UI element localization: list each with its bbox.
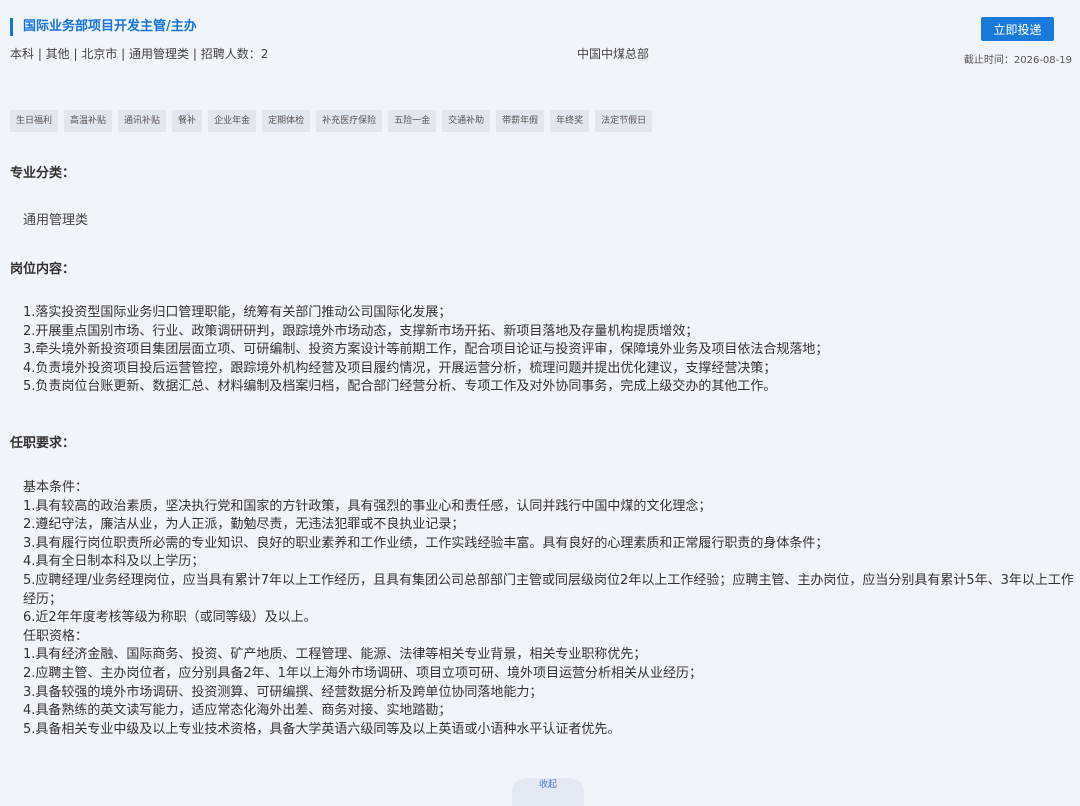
duty-line: 2.开展重点国别市场、行业、政策调研研判，跟踪境外市场动态，支撑新市场开拓、新项… [23,323,699,339]
benefit-tag: 补充医疗保险 [316,110,383,132]
requirements-list: 基本条件： 1.具有较高的政治素质，坚决执行党和国家的方针政策，具有强烈的事业心… [23,479,1075,739]
benefit-tag: 五险一金 [388,110,437,132]
requirement-line: 4.具备熟练的英文读写能力，适应常态化海外出差、商务对接、实地踏勘； [23,703,452,719]
requirement-line: 1.具有较高的政治素质，坚决执行党和国家的方针政策，具有强烈的事业心和责任感，认… [23,498,712,514]
collapse-button[interactable]: 收起 [512,778,584,806]
job-meta: 本科 | 其他 | 北京市 | 通用管理类 | 招聘人数：2 [10,47,269,61]
benefit-tag: 定期体检 [262,110,311,132]
deadline-text: 截止时间：2026-08-19 [963,55,1072,66]
requirement-line: 任职资格： [23,628,89,644]
requirement-line: 5.具备相关专业中级及以上专业技术资格，具备大学英语六级同等及以上英语或小语种水… [23,721,621,737]
job-title: 国际业务部项目开发主管/主办 [10,18,197,36]
benefit-tag: 通讯补贴 [118,110,167,132]
company-name: 中国中煤总部 [577,47,650,61]
benefit-tag: 高温补贴 [64,110,113,132]
requirement-line: 基本条件： [23,480,89,495]
duty-line: 5.负责岗位台账更新、数据汇总、材料编制及档案归档，配合部门经营分析、专项工作及… [23,379,777,395]
duties-list: 1.落实投资型国际业务归口管理职能，统筹有关部门推动公司国际化发展； 2.开展重… [23,304,1075,397]
benefit-tag: 企业年金 [208,110,257,132]
apply-button[interactable]: 立即投递 [981,17,1054,41]
major-value: 通用管理类 [23,213,89,228]
job-header: 国际业务部项目开发主管/主办 本科 | 其他 | 北京市 | 通用管理类 | 招… [0,0,1080,80]
duty-line: 3.牵头境外新投资项目集团层面立项、可研编制、投资方案设计等前期工作，配合项目论… [23,342,829,358]
requirement-line: 3.具有履行岗位职责所必需的专业知识、良好的职业素养和工作业绩，工作实践经验丰富… [23,535,829,551]
benefit-tag: 带薪年假 [496,110,545,132]
requirement-line: 5.应聘经理/业务经理岗位，应当具有累计7年以上工作经历，且具有集团公司总部部门… [23,572,1074,607]
benefit-tag: 生日福利 [10,110,59,132]
requirement-line: 6.近2年年度考核等级为称职（或同等级）及以上。 [23,610,317,626]
benefit-tag: 法定节假日 [595,110,653,132]
benefit-tag: 交通补助 [442,110,491,132]
duty-line: 4.负责境外投资项目投后运营管控，跟踪境外机构经营及项目履约情况，开展运营分析，… [23,360,777,376]
major-heading: 专业分类： [10,166,76,181]
benefit-tags: 生日福利 高温补贴 通讯补贴 餐补 企业年金 定期体检 补充医疗保险 五险一金 … [10,110,653,132]
requirement-line: 3.具备较强的境外市场调研、投资测算、可研编撰、经营数据分析及跨单位协同落地能力… [23,684,543,700]
requirement-line: 4.具有全日制本科及以上学历； [23,554,205,570]
duties-heading: 岗位内容： [10,262,76,277]
job-detail-page: 国际业务部项目开发主管/主办 本科 | 其他 | 北京市 | 通用管理类 | 招… [0,0,1080,806]
requirement-line: 1.具有经济金融、国际商务、投资、矿产地质、工程管理、能源、法律等相关专业背景，… [23,647,647,663]
benefit-tag: 年终奖 [550,110,590,132]
requirement-line: 2.应聘主管、主办岗位者，应分别具备2年、1年以上海外市场调研、项目立项可研、境… [23,665,702,681]
requirement-line: 2.遵纪守法，廉洁从业，为人正派，勤勉尽责，无违法犯罪或不良执业记录； [23,517,465,533]
requirements-heading: 任职要求： [10,436,76,451]
benefit-tag: 餐补 [172,110,203,132]
duty-line: 1.落实投资型国际业务归口管理职能，统筹有关部门推动公司国际化发展； [23,305,452,320]
